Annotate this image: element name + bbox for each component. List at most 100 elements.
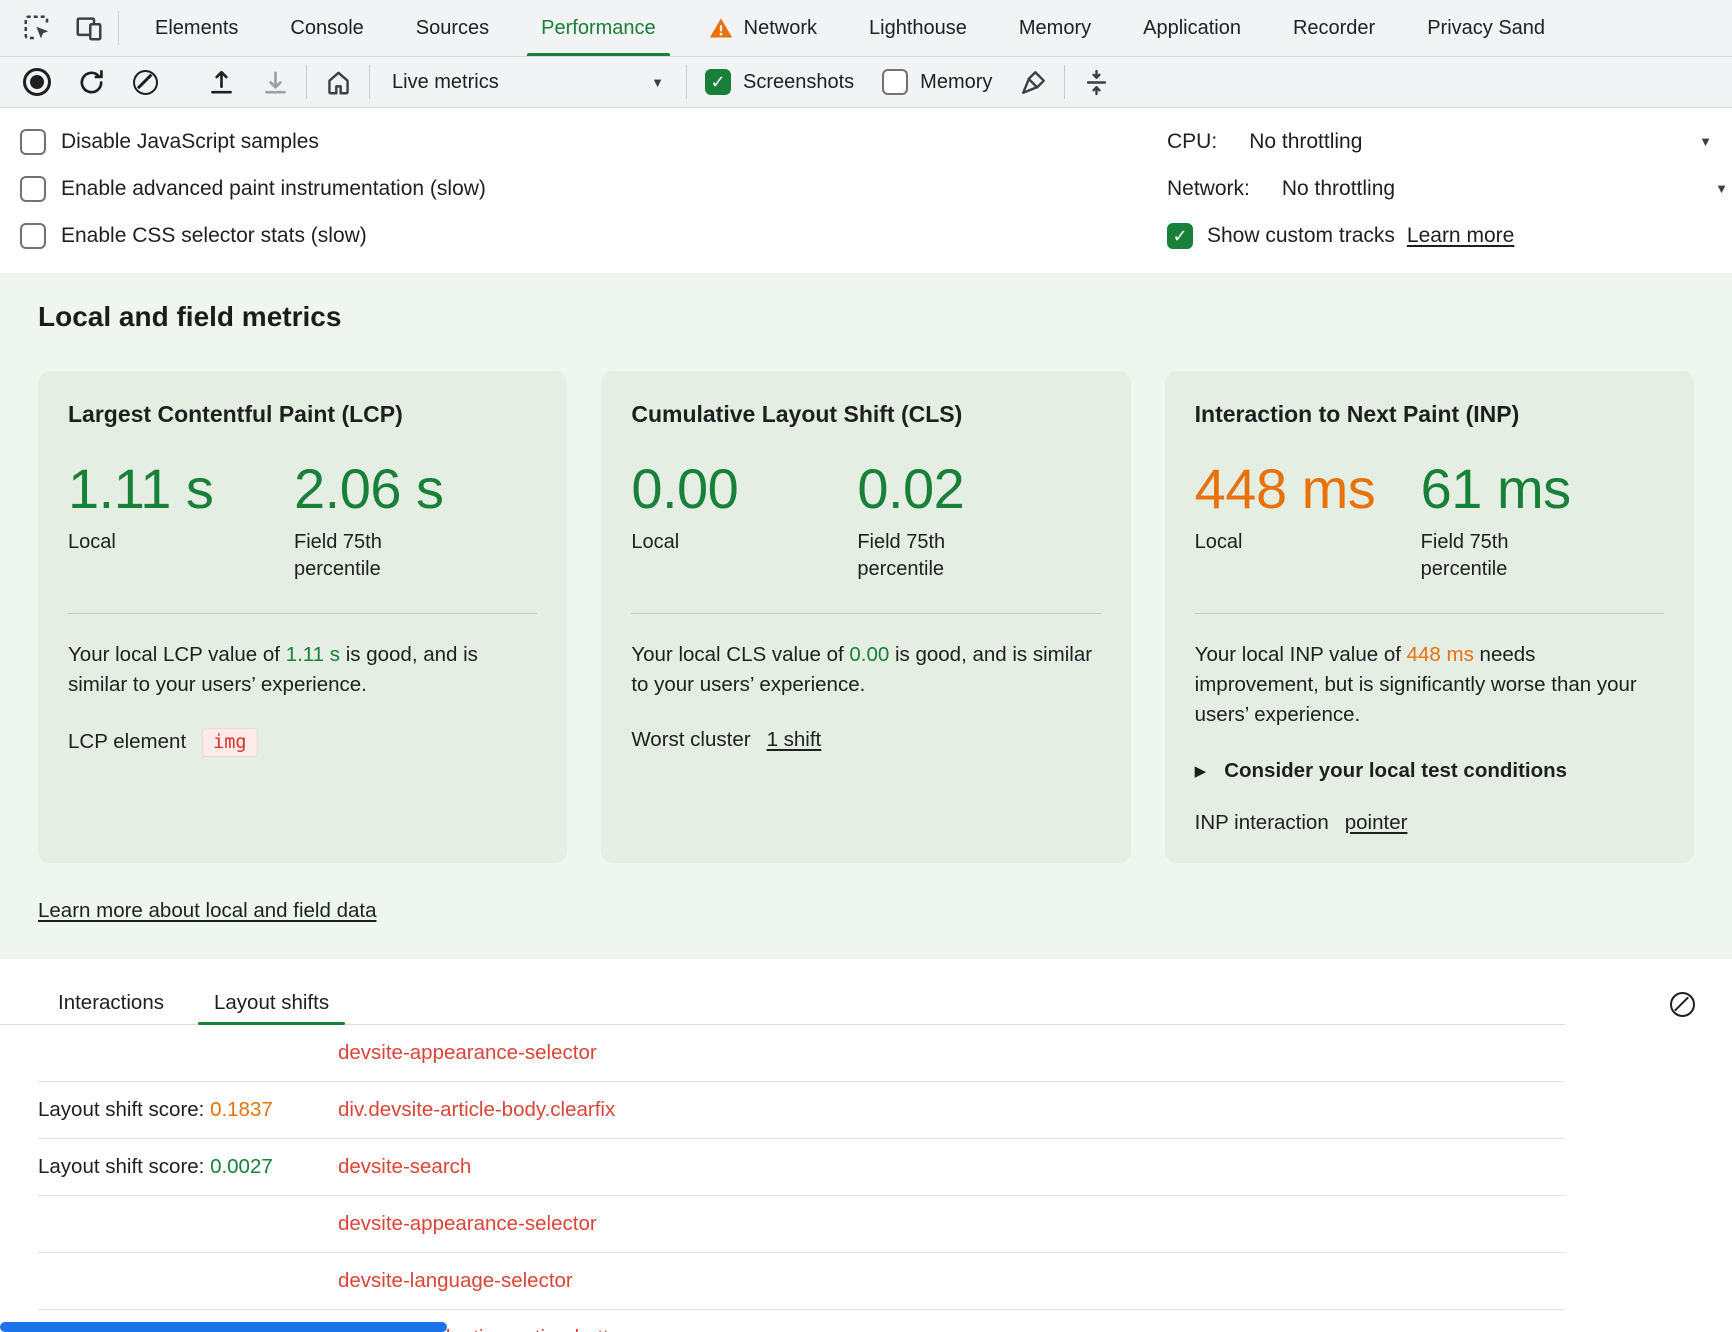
devtools-tabbar: Elements Console Sources Performance Net… [0,0,1732,57]
element-link[interactable]: devsite-appearance-selector [338,1212,597,1235]
desc-text: Your local CLS value of [631,643,849,666]
lcp-desc-value: 1.11 s [286,643,340,666]
layout-shift-row[interactable]: Layout shift score: 0.0027 devsite-searc… [38,1139,1565,1196]
element-link[interactable]: devsite-language-selector [338,1269,573,1292]
desc-text: Your local LCP value of [68,643,286,666]
inp-local-label: Local [1195,529,1327,556]
arrows-to-line-icon [1082,68,1111,97]
checkbox-checked-icon[interactable] [1167,223,1193,249]
checkbox-unchecked-icon [20,176,46,202]
layout-shift-row[interactable]: Layout shift score: 0.1837 div.devsite-a… [38,1082,1565,1139]
cls-field-value: 0.02 [857,460,1067,517]
live-metrics-select[interactable]: Live metrics ▼ [378,62,678,102]
screenshots-checkbox[interactable]: Screenshots [695,69,864,95]
element-link[interactable]: devsite-search [338,1155,471,1178]
tab-label: Recorder [1293,17,1375,40]
checkbox-label: Enable CSS selector stats (slow) [61,224,367,248]
tab-privacy-sandbox[interactable]: Privacy Sand [1401,0,1571,56]
tab-performance[interactable]: Performance [515,0,682,56]
inp-field-block: 61 ms Field 75th percentile [1421,460,1647,583]
capture-settings-panel: Disable JavaScript samples Enable advanc… [0,108,1732,273]
lcp-field-label: Field 75th percentile [294,529,426,583]
capture-settings-left: Disable JavaScript samples Enable advanc… [20,118,486,259]
learn-more-link[interactable]: Learn more [1407,224,1514,248]
custom-tracks-row: Show custom tracks Learn more [1167,212,1712,259]
inp-interaction-link[interactable]: pointer [1345,811,1408,835]
lcp-description: Your local LCP value of 1.11 s is good, … [68,640,537,699]
cpu-throttling-select[interactable]: No throttling [1249,130,1362,154]
divider [68,613,537,614]
warning-triangle-icon [708,15,734,41]
cls-worst-cluster-row: Worst cluster 1 shift [631,728,1100,752]
clear-recording-button[interactable] [122,61,168,103]
screenshots-label: Screenshots [743,71,854,94]
element-cell: devsite-appearance-selector [338,1041,597,1065]
tab-memory[interactable]: Memory [993,0,1117,56]
score-value: 0.0027 [210,1155,273,1178]
cls-card: Cumulative Layout Shift (CLS) 0.00 Local… [601,371,1130,863]
lcp-element-row: LCP element img [68,728,537,757]
layout-shifts-table: devsite-appearance-selector Layout shift… [0,1025,1732,1332]
tab-application[interactable]: Application [1117,0,1267,56]
load-profile-button[interactable] [198,61,244,103]
clear-icon [133,70,158,95]
clear-log-button[interactable] [1662,987,1702,1021]
capture-settings-toggle-button[interactable] [1073,61,1119,103]
memory-checkbox[interactable]: Memory [872,69,1002,95]
home-button[interactable] [315,61,361,103]
capture-settings-right: CPU: No throttling ▼ Network: No throttl… [1167,118,1712,259]
horizontal-scrollbar-thumb[interactable] [0,1322,447,1332]
tab-elements[interactable]: Elements [129,0,264,56]
tab-layout-shifts[interactable]: Layout shifts [214,981,329,1024]
record-icon [23,68,51,96]
advanced-paint-checkbox[interactable]: Enable advanced paint instrumentation (s… [20,165,486,212]
checkbox-label: Enable advanced paint instrumentation (s… [61,177,486,201]
local-test-conditions-expander[interactable]: ▶ Consider your local test conditions [1195,759,1664,783]
cls-card-title: Cumulative Layout Shift (CLS) [631,401,1100,428]
layout-shift-row[interactable]: devsite-appearance-selector [38,1025,1565,1082]
network-throttling-select[interactable]: No throttling [1282,177,1395,201]
expand-triangle-icon: ▶ [1195,762,1207,780]
record-button[interactable] [14,61,60,103]
reload-icon [77,68,106,97]
tab-interactions[interactable]: Interactions [58,981,164,1024]
clear-icon [1670,992,1695,1017]
worst-cluster-link[interactable]: 1 shift [767,728,822,752]
cls-values: 0.00 Local 0.02 Field 75th percentile [631,460,1100,583]
tab-label: Sources [416,17,489,40]
record-and-reload-button[interactable] [68,61,114,103]
tab-console[interactable]: Console [264,0,389,56]
lcp-values: 1.11 s Local 2.06 s Field 75th percentil… [68,460,537,583]
divider [631,613,1100,614]
tab-sources[interactable]: Sources [390,0,515,56]
tabbar-tools [0,0,129,56]
element-link[interactable]: devsite-appearance-selector [338,1041,597,1064]
learn-more-field-data-link[interactable]: Learn more about local and field data [38,899,376,923]
metrics-heading: Local and field metrics [38,301,1694,333]
element-link[interactable]: div.devsite-article-body.clearfix [338,1098,615,1121]
save-profile-button[interactable] [252,61,298,103]
layout-shift-row[interactable]: devsite-appearance-selector [38,1196,1565,1253]
layout-shift-row[interactable]: devsite-language-selector [38,1253,1565,1310]
disable-js-samples-checkbox[interactable]: Disable JavaScript samples [20,118,486,165]
live-metrics-view: Local and field metrics Largest Contentf… [0,273,1732,959]
tab-label: Interactions [58,991,164,1015]
panel-tabs: Elements Console Sources Performance Net… [129,0,1571,56]
tab-recorder[interactable]: Recorder [1267,0,1401,56]
css-selector-stats-checkbox[interactable]: Enable CSS selector stats (slow) [20,212,486,259]
tab-network[interactable]: Network [682,0,843,56]
lcp-element-node-link[interactable]: img [202,728,257,757]
inspect-element-button[interactable] [14,7,60,49]
tab-lighthouse[interactable]: Lighthouse [843,0,993,56]
inp-field-label: Field 75th percentile [1421,529,1553,583]
inp-interaction-row: INP interaction pointer [1195,811,1664,835]
checkbox-label: Disable JavaScript samples [61,130,319,154]
lcp-local-block: 1.11 s Local [68,460,294,583]
collect-garbage-button[interactable] [1010,61,1056,103]
element-cell: div.devsite-article-body.clearfix [338,1098,615,1122]
element-cell: devsite-language-selector [338,1269,573,1293]
device-toolbar-button[interactable] [66,7,112,49]
lcp-card: Largest Contentful Paint (LCP) 1.11 s Lo… [38,371,567,863]
upload-icon [207,68,236,97]
inp-card-title: Interaction to Next Paint (INP) [1195,401,1664,428]
